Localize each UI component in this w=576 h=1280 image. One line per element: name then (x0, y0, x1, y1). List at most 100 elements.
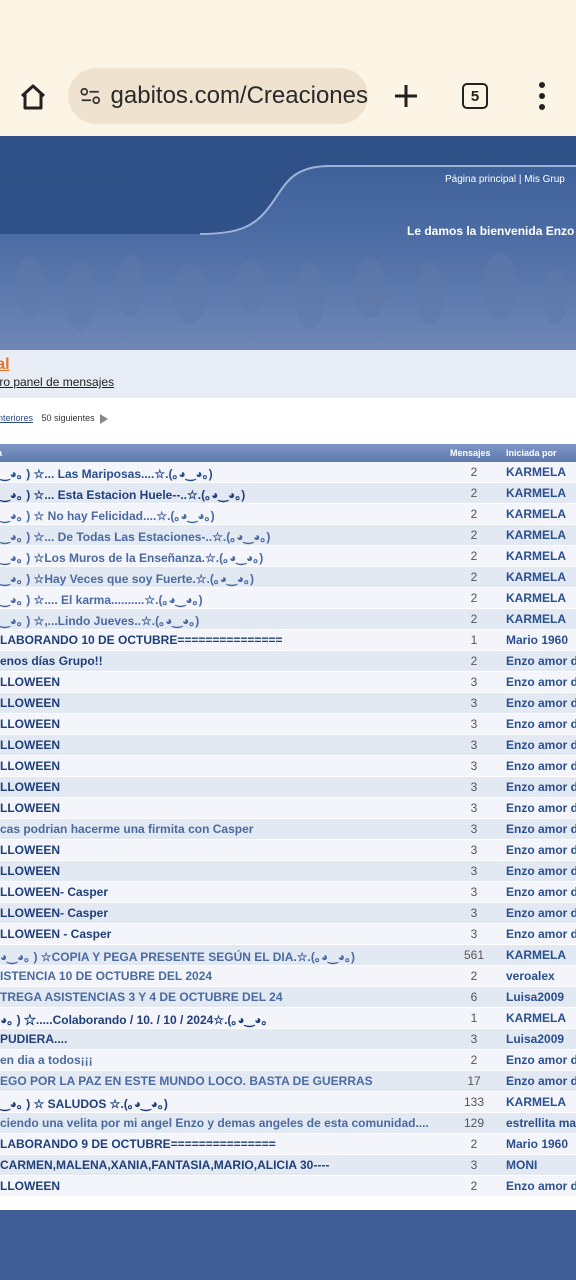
url-bar[interactable]: gabitos.com/Creaciones (68, 68, 368, 124)
more-menu-button[interactable] (532, 78, 552, 114)
author-link[interactable]: MONI (506, 1158, 537, 1172)
author-link[interactable]: Mario 1960 (506, 633, 568, 647)
page-footer (0, 1210, 576, 1280)
table-row: LLOWEEN 3 Enzo amor d (0, 756, 576, 777)
author-link[interactable]: Enzo amor d (506, 1074, 576, 1088)
author-link[interactable]: Enzo amor d (506, 864, 576, 878)
topic-title-link[interactable]: ‿◕｡ ) ☆Hay Veces que soy Fuerte.☆.(｡◕‿◕｡… (0, 570, 448, 587)
next-page-link[interactable]: 50 siguientes (42, 413, 95, 423)
topic-title-link[interactable]: LABORANDO 9 DE OCTUBRE=============== (0, 1137, 448, 1151)
author-link[interactable]: KARMELA (506, 1095, 566, 1109)
forum-content: ral tro panel de mensajes nteriores 50 s… (0, 350, 576, 1210)
table-row: TREGA ASISTENCIAS 3 Y 4 DE OCTUBRE DEL 2… (0, 987, 576, 1008)
author-link[interactable]: KARMELA (506, 549, 566, 563)
author-link[interactable]: veroalex (506, 969, 555, 983)
new-tab-button[interactable] (388, 78, 424, 114)
topic-title-link[interactable]: ◕‿◕｡ ) ☆COPIA Y PEGA PRESENTE SEGÚN EL D… (0, 948, 448, 965)
topic-title-link[interactable]: EGO POR LA PAZ EN ESTE MUNDO LOCO. BASTA… (0, 1074, 448, 1088)
topic-title-link[interactable]: ‿◕｡ ) ☆.... El karma..........☆.(｡◕‿◕｡) (0, 591, 448, 608)
message-count: 2 (470, 591, 478, 605)
author-link[interactable]: KARMELA (506, 486, 566, 500)
topic-title-link[interactable]: TREGA ASISTENCIAS 3 Y 4 DE OCTUBRE DEL 2… (0, 990, 448, 1004)
table-row: LLOWEEN- Casper 3 Enzo amor d (0, 903, 576, 924)
previous-page-link[interactable]: nteriores (0, 413, 33, 423)
author-link[interactable]: Luisa2009 (506, 990, 564, 1004)
author-link[interactable]: KARMELA (506, 570, 566, 584)
panel-link[interactable]: tro panel de mensajes (0, 375, 576, 389)
author-link[interactable]: KARMELA (506, 528, 566, 542)
next-arrow-icon[interactable] (100, 413, 109, 424)
author-link[interactable]: Enzo amor d (506, 654, 576, 668)
topic-title-link[interactable]: LLOWEEN (0, 864, 448, 878)
author-link[interactable]: Enzo amor d (506, 801, 576, 815)
topic-title-link[interactable]: LLOWEEN (0, 780, 448, 794)
topic-title-link[interactable]: ‿◕｡ ) ☆,...Lindo Jueves..☆.(｡◕‿◕｡) (0, 612, 448, 629)
topic-title-link[interactable]: ISTENCIA 10 DE OCTUBRE DEL 2024 (0, 969, 448, 983)
topic-title-link[interactable]: en dia a todos¡¡¡ (0, 1053, 448, 1067)
table-row: ‿◕｡ ) ☆,...Lindo Jueves..☆.(｡◕‿◕｡) 2 KARME… (0, 609, 576, 630)
author-link[interactable]: KARMELA (506, 465, 566, 479)
tab-switcher-button[interactable]: 5 (462, 83, 488, 109)
topic-title-link[interactable]: ‿◕｡ ) ☆... De Todas Las Estaciones-..☆.(… (0, 528, 448, 545)
topic-title-link[interactable]: ‿◕｡ ) ☆... Las Mariposas....☆.(｡◕‿◕｡) (0, 465, 448, 482)
author-link[interactable]: Enzo amor d (506, 1179, 576, 1193)
topic-title-link[interactable]: LLOWEEN (0, 738, 448, 752)
author-link[interactable]: Enzo amor d (506, 927, 576, 941)
site-settings-icon[interactable] (80, 86, 101, 106)
author-link[interactable]: Enzo amor d (506, 843, 576, 857)
author-link[interactable]: Enzo amor d (506, 822, 576, 836)
column-header-author[interactable]: Iniciada por (506, 448, 557, 458)
topic-title-link[interactable]: LLOWEEN (0, 696, 448, 710)
topic-title-link[interactable]: ‿◕｡ ) ☆Los Muros de la Enseñanza.☆.(｡◕‿◕… (0, 549, 448, 566)
topic-title-link[interactable]: LLOWEEN (0, 759, 448, 773)
author-link[interactable]: Enzo amor d (506, 717, 576, 731)
topic-title-link[interactable]: ‿◕｡ ) ☆ No hay Felicidad....☆.(｡◕‿◕｡) (0, 507, 448, 524)
author-link[interactable]: estrellita ma (506, 1116, 576, 1130)
topic-title-link[interactable]: LLOWEEN (0, 675, 448, 689)
author-link[interactable]: KARMELA (506, 1011, 566, 1025)
author-link[interactable]: KARMELA (506, 591, 566, 605)
author-link[interactable]: Enzo amor d (506, 780, 576, 794)
plus-icon (395, 85, 417, 107)
topic-title-link[interactable]: LABORANDO 10 DE OCTUBRE=============== (0, 633, 448, 647)
topic-title-link[interactable]: LLOWEEN (0, 717, 448, 731)
author-link[interactable]: KARMELA (506, 612, 566, 626)
topic-title-link[interactable]: ◕｡ ) ☆.....Colaborando / 10. / 10 / 2024… (0, 1011, 448, 1028)
topic-title-link[interactable]: enos días Grupo!! (0, 654, 448, 668)
message-count: 3 (470, 738, 478, 752)
author-link[interactable]: KARMELA (506, 948, 566, 962)
topic-title-link[interactable]: PUDIERA.... (0, 1032, 448, 1046)
forum-title-link[interactable]: ral (0, 356, 576, 374)
topic-title-link[interactable]: cas podrian hacerme una firmita con Casp… (0, 822, 448, 836)
home-button[interactable] (14, 78, 52, 116)
topic-title-link[interactable]: ‿◕｡ ) ☆... Esta Estacion Huele--..☆.(｡◕‿… (0, 486, 448, 503)
message-count: 3 (470, 885, 478, 899)
topic-title-link[interactable]: LLOWEEN (0, 843, 448, 857)
column-header-title[interactable]: a (0, 448, 2, 458)
topic-title-link[interactable]: LLOWEEN (0, 1179, 448, 1193)
topic-title-link[interactable]: LLOWEEN- Casper (0, 906, 448, 920)
table-row: ◕｡ ) ☆.....Colaborando / 10. / 10 / 2024… (0, 1008, 576, 1029)
topic-title-link[interactable]: LLOWEEN (0, 801, 448, 815)
column-header-messages[interactable]: Mensajes (450, 448, 491, 458)
author-link[interactable]: Enzo amor d (506, 885, 576, 899)
table-row: LLOWEEN 3 Enzo amor d (0, 777, 576, 798)
author-link[interactable]: Luisa2009 (506, 1032, 564, 1046)
topic-title-link[interactable]: CARMEN,MALENA,XANIA,FANTASIA,MARIO,ALICI… (0, 1158, 448, 1172)
table-row: ‿◕｡ ) ☆ SALUDOS ☆.(｡◕‿◕｡) 133 KARMELA (0, 1092, 576, 1113)
author-link[interactable]: Enzo amor d (506, 696, 576, 710)
author-link[interactable]: Enzo amor d (506, 1053, 576, 1067)
table-row: ‿◕｡ ) ☆Hay Veces que soy Fuerte.☆.(｡◕‿◕｡… (0, 567, 576, 588)
topic-title-link[interactable]: ciendo una velita por mi angel Enzo y de… (0, 1116, 448, 1130)
topic-title-link[interactable]: LLOWEEN - Casper (0, 927, 448, 941)
message-count: 2 (470, 969, 478, 983)
topic-title-link[interactable]: ‿◕｡ ) ☆ SALUDOS ☆.(｡◕‿◕｡) (0, 1095, 448, 1112)
author-link[interactable]: Enzo amor d (506, 906, 576, 920)
top-nav-links[interactable]: Página principal | Mis Grup (445, 174, 565, 185)
author-link[interactable]: KARMELA (506, 507, 566, 521)
author-link[interactable]: Mario 1960 (506, 1137, 568, 1151)
author-link[interactable]: Enzo amor d (506, 675, 576, 689)
topic-title-link[interactable]: LLOWEEN- Casper (0, 885, 448, 899)
author-link[interactable]: Enzo amor d (506, 738, 576, 752)
author-link[interactable]: Enzo amor d (506, 759, 576, 773)
